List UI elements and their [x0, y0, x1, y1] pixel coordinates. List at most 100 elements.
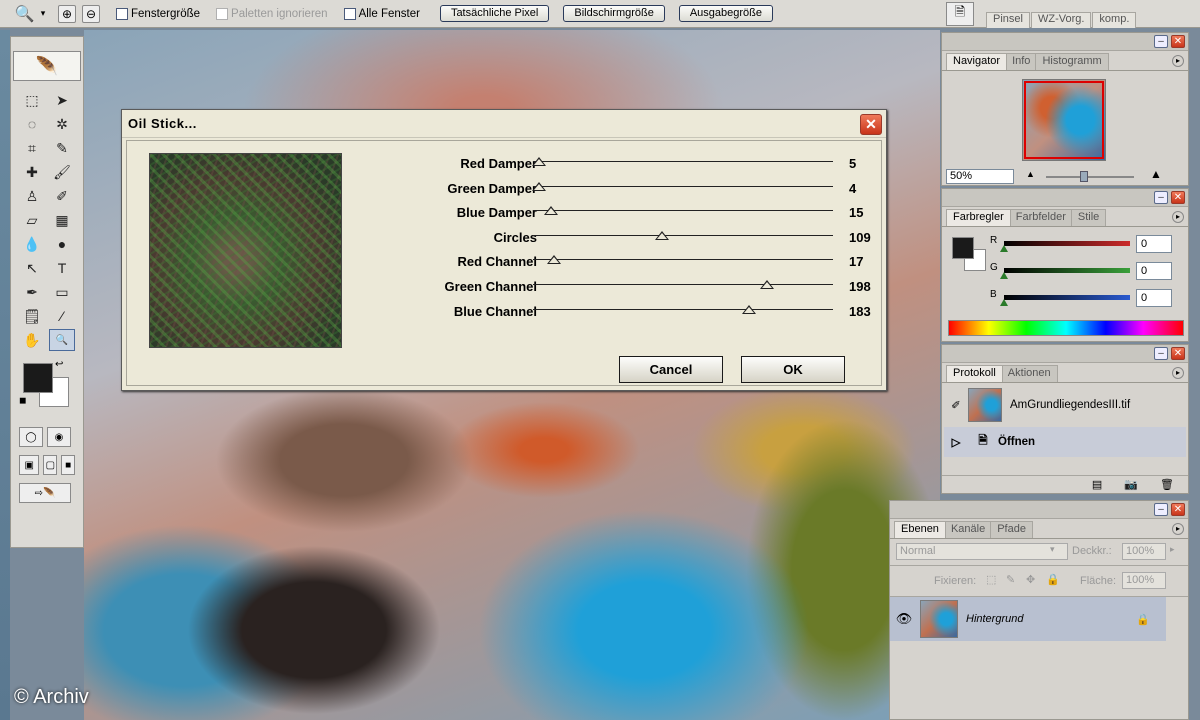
panel-menu-icon[interactable]: ▸ — [1172, 211, 1184, 223]
tab-pfade[interactable]: Pfade — [990, 521, 1033, 538]
minimize-icon[interactable]: – — [1154, 347, 1168, 360]
history-snapshot[interactable]: ✐ AmGrundliegendesIII.tif — [944, 387, 1186, 423]
tab-kanaele[interactable]: Kanäle — [943, 521, 993, 538]
zoom-tool-preset[interactable]: 🔍 ▾ — [8, 3, 52, 25]
tab-stile[interactable]: Stile — [1070, 209, 1107, 226]
history-state-oeffnen[interactable]: ▷ 🗎 Öffnen — [944, 427, 1186, 457]
file-browser-icon[interactable]: 🗎 — [946, 2, 974, 26]
checkbox-fenstergroesse[interactable]: Fenstergröße — [116, 7, 200, 20]
navigator-zoom-slider[interactable] — [1046, 171, 1134, 182]
close-icon[interactable]: ✕ — [1171, 503, 1185, 516]
fit-screen-button[interactable]: Bildschirmgröße — [563, 5, 665, 22]
default-colors-icon[interactable]: ◼ — [19, 395, 29, 405]
lock-position-icon[interactable]: ✥ — [1026, 573, 1035, 586]
filter-preview[interactable] — [149, 153, 342, 348]
tab-ebenen[interactable]: Ebenen — [894, 521, 946, 538]
color-spectrum-bar[interactable] — [948, 320, 1184, 336]
panel-menu-icon[interactable]: ▸ — [1172, 523, 1184, 535]
zoom-out-button[interactable]: ⊖ — [82, 4, 100, 23]
slider-thumb-icon[interactable] — [1000, 299, 1008, 306]
red-slider[interactable] — [1004, 241, 1130, 246]
slider-thumb-icon[interactable] — [532, 181, 546, 191]
close-icon[interactable]: ✕ — [1171, 347, 1185, 360]
lock-all-icon[interactable]: 🔒 — [1046, 573, 1060, 586]
minimize-icon[interactable]: – — [1154, 191, 1168, 204]
jump-to-imageready-icon[interactable]: ⇨🪶 — [19, 483, 71, 503]
zoom-out-small-icon[interactable]: ▲ — [1026, 169, 1035, 179]
marquee-tool-icon[interactable]: ⬚ — [19, 89, 45, 111]
slider-thumb-icon[interactable] — [742, 304, 756, 314]
minimize-icon[interactable]: – — [1154, 503, 1168, 516]
print-size-button[interactable]: Ausgabegröße — [678, 5, 774, 22]
cancel-button[interactable]: Cancel — [619, 356, 723, 383]
history-state-marker-icon[interactable]: ▷ — [944, 435, 968, 449]
new-document-from-state-icon[interactable]: ▤ — [1092, 478, 1102, 491]
hand-tool-icon[interactable]: ✋ — [19, 329, 45, 351]
tab-info[interactable]: Info — [1005, 53, 1038, 70]
close-icon[interactable]: ✕ — [1171, 35, 1185, 48]
tab-protokoll[interactable]: Protokoll — [946, 365, 1003, 382]
zoom-tool-icon[interactable]: 🔍 — [49, 329, 75, 351]
checkbox-alle-fenster[interactable]: Alle Fenster — [343, 7, 420, 20]
blue-slider[interactable] — [1004, 295, 1130, 300]
foreground-color-swatch[interactable] — [23, 363, 53, 393]
screen-mode-full-icon[interactable]: ■ — [61, 455, 76, 475]
move-tool-icon[interactable]: ➤ — [49, 89, 75, 111]
slice-tool-icon[interactable]: ✎ — [49, 137, 75, 159]
lock-pixels-icon[interactable]: ✎ — [1006, 573, 1015, 586]
tab-navigator[interactable]: Navigator — [946, 53, 1008, 70]
minimize-icon[interactable]: – — [1154, 35, 1168, 48]
view-box[interactable] — [1024, 81, 1104, 159]
slider-track[interactable] — [533, 284, 833, 285]
notes-tool-icon[interactable]: 🗒 — [19, 305, 45, 327]
crop-tool-icon[interactable]: ⌗ — [19, 137, 45, 159]
quick-mask-mode-icon[interactable]: ◉ — [47, 427, 71, 447]
zoom-in-small-icon[interactable]: ▲ — [1150, 167, 1162, 181]
screen-mode-full-menu-icon[interactable]: ▢ — [43, 455, 58, 475]
slider-thumb-icon[interactable] — [655, 230, 669, 240]
red-value-field[interactable]: 0 — [1136, 235, 1172, 253]
palette-well-tab-wz-vorg[interactable]: WZ-Vorg. — [1030, 12, 1092, 28]
palette-well-tab-komp[interactable]: komp. — [1092, 12, 1137, 28]
slider-thumb-icon[interactable] — [547, 255, 561, 265]
green-slider[interactable] — [1004, 268, 1130, 273]
lasso-tool-icon[interactable]: ◌ — [19, 113, 45, 135]
stamp-tool-icon[interactable]: ♙ — [19, 185, 45, 207]
lock-transparency-icon[interactable]: ⬚ — [986, 573, 996, 586]
eraser-tool-icon[interactable]: ▱ — [19, 209, 45, 231]
slider-knob[interactable] — [1080, 171, 1088, 182]
navigator-thumbnail[interactable] — [1022, 79, 1106, 161]
palette-well-tab-pinsel[interactable]: Pinsel — [986, 12, 1030, 28]
slider-thumb-icon[interactable] — [1000, 245, 1008, 252]
slider-thumb-icon[interactable] — [532, 157, 546, 166]
magic-wand-tool-icon[interactable]: ✲ — [49, 113, 75, 135]
foreground-color-swatch[interactable] — [952, 237, 974, 259]
checkbox-box[interactable] — [343, 7, 356, 20]
slider-track[interactable] — [533, 185, 833, 187]
tab-histogramm[interactable]: Histogramm — [1035, 53, 1109, 70]
slider-track[interactable] — [533, 259, 833, 261]
dodge-tool-icon[interactable]: ● — [49, 233, 75, 255]
close-icon[interactable]: ✕ — [1171, 191, 1185, 204]
feather-logo-icon[interactable]: 🪶 — [13, 51, 81, 81]
brush-tool-icon[interactable]: 🖌 — [49, 161, 75, 183]
slider-track[interactable] — [533, 210, 833, 212]
actual-pixels-button[interactable]: Tatsächliche Pixel — [439, 5, 550, 22]
pen-tool-icon[interactable]: ✒ — [19, 281, 45, 303]
blur-tool-icon[interactable]: 💧 — [19, 233, 45, 255]
delete-state-icon[interactable]: 🗑 — [1160, 478, 1174, 491]
tab-farbfelder[interactable]: Farbfelder — [1008, 209, 1073, 226]
healing-brush-tool-icon[interactable]: ✚ — [19, 161, 45, 183]
path-selection-tool-icon[interactable]: ↖ — [19, 257, 45, 279]
screen-mode-standard-icon[interactable]: ▣ — [19, 455, 40, 475]
checkbox-box[interactable] — [116, 7, 128, 20]
panel-menu-icon[interactable]: ▸ — [1172, 367, 1184, 379]
blue-value-field[interactable]: 0 — [1136, 289, 1172, 307]
green-value-field[interactable]: 0 — [1136, 262, 1172, 280]
slider-track[interactable] — [533, 308, 833, 310]
panel-menu-icon[interactable]: ▸ — [1172, 55, 1184, 67]
layer-row-hintergrund[interactable]: 👁 Hintergrund 🔒 — [890, 597, 1166, 641]
standard-mode-icon[interactable]: ◯ — [19, 427, 43, 447]
history-brush-tool-icon[interactable]: ✐ — [49, 185, 75, 207]
opacity-field[interactable]: 100% — [1122, 543, 1166, 560]
